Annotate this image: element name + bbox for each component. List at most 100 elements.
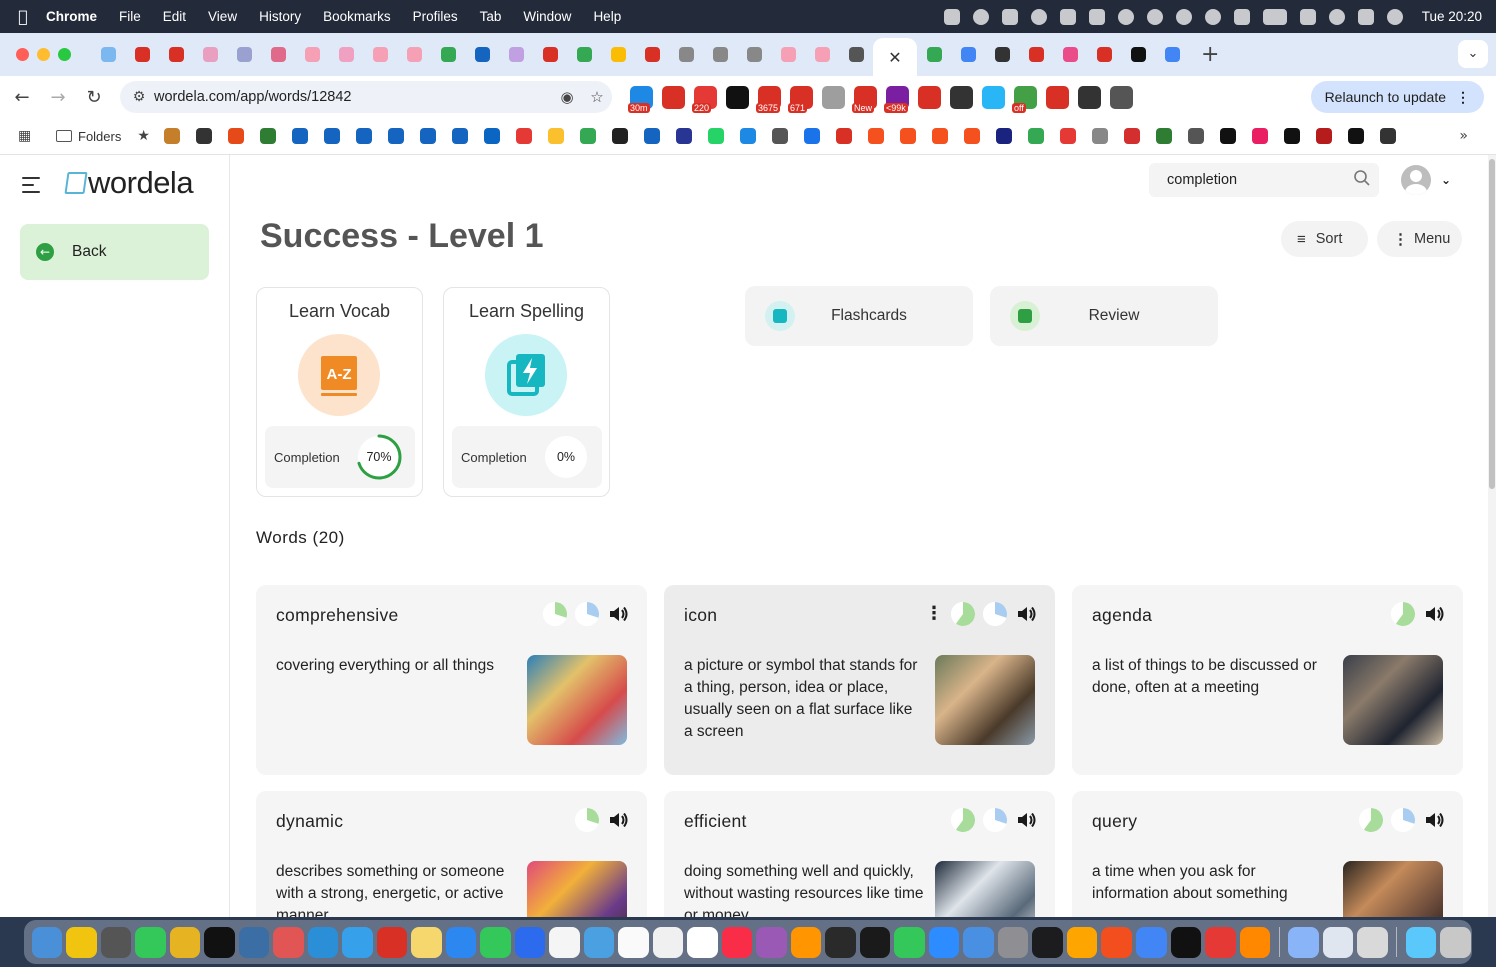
reload-icon[interactable]: ↻: [76, 87, 112, 108]
word-card[interactable]: agenda a list of things to be discussed …: [1072, 585, 1463, 775]
zoom-window-button[interactable]: [58, 48, 71, 61]
apple-icon[interactable]: : [0, 7, 46, 26]
menu-help[interactable]: Help: [593, 9, 621, 24]
address-bar[interactable]: ⚙ wordela.com/app/words/12842 ◉ ☆: [120, 81, 612, 113]
moon-icon[interactable]: [1175, 8, 1192, 25]
learn-vocab-card[interactable]: Learn Vocab A-Z Completion 70%: [256, 287, 423, 497]
word-image[interactable]: [935, 655, 1035, 745]
browser-tab[interactable]: [635, 38, 669, 72]
menu-clock[interactable]: Tue 20:20: [1422, 9, 1482, 24]
dock-app-icon[interactable]: [135, 926, 166, 958]
dock-app-icon[interactable]: [687, 926, 718, 958]
bluetooth-icon[interactable]: [1233, 8, 1250, 25]
browser-tab[interactable]: [1019, 38, 1053, 72]
extension-icon[interactable]: [950, 85, 973, 109]
bookmark-favicon-icon[interactable]: [899, 128, 916, 144]
bookmark-favicon-icon[interactable]: [1187, 128, 1204, 144]
dock-app-icon[interactable]: [307, 926, 339, 958]
browser-tab[interactable]: [567, 38, 601, 72]
extension-icon[interactable]: New: [852, 85, 877, 113]
bookmark-favicon-icon[interactable]: [1219, 128, 1236, 144]
bookmark-favicon-icon[interactable]: [1347, 128, 1364, 144]
extension-icon[interactable]: [662, 85, 685, 109]
extension-icon[interactable]: off: [1012, 85, 1037, 113]
dock-app-icon[interactable]: [756, 926, 787, 958]
dock-app-icon[interactable]: [928, 926, 960, 958]
wordela-logo[interactable]: wordela: [64, 165, 194, 201]
bookmark-favicon-icon[interactable]: [643, 128, 660, 144]
browser-tab[interactable]: [499, 38, 533, 72]
word-image[interactable]: [1343, 655, 1443, 745]
dock-app-icon[interactable]: [1066, 926, 1098, 958]
extension-icon[interactable]: <99k: [884, 85, 909, 113]
dock-app-icon[interactable]: [894, 926, 925, 958]
dock-app-icon[interactable]: [618, 926, 649, 958]
word-image[interactable]: [1343, 861, 1443, 917]
dock-app-icon[interactable]: [790, 926, 822, 958]
browser-tab[interactable]: [363, 38, 397, 72]
bookmark-favicon-icon[interactable]: [1091, 128, 1108, 144]
browser-tab[interactable]: [951, 38, 985, 72]
browser-tab[interactable]: [125, 38, 159, 72]
menu-window[interactable]: Window: [523, 9, 571, 24]
browser-tab[interactable]: [159, 38, 193, 72]
dock-app-icon[interactable]: [480, 926, 511, 958]
dock-app-icon[interactable]: [549, 926, 580, 958]
dock-app-icon[interactable]: [169, 926, 201, 958]
tab-search-button[interactable]: ⌄: [1458, 40, 1488, 68]
extension-icon[interactable]: [1078, 85, 1101, 109]
menu-app-name[interactable]: Chrome: [46, 9, 97, 24]
extension-icon[interactable]: 220: [692, 85, 717, 113]
browser-tab[interactable]: [917, 38, 951, 72]
extension-icon[interactable]: 3675: [756, 85, 781, 113]
dock-app-icon[interactable]: [1288, 926, 1319, 958]
bookmark-favicon-icon[interactable]: [1155, 128, 1172, 144]
dock-app-icon[interactable]: [1101, 926, 1132, 958]
dock-app-icon[interactable]: [721, 926, 753, 958]
bookmark-favicon-icon[interactable]: [547, 128, 564, 144]
more-vertical-icon[interactable]: ⋮: [925, 605, 943, 623]
dock-app-icon[interactable]: [273, 926, 304, 958]
menu-tab[interactable]: Tab: [480, 9, 502, 24]
dock-app-icon[interactable]: [1170, 926, 1202, 958]
forward-arrow-icon[interactable]: →: [40, 87, 76, 108]
back-arrow-icon[interactable]: ←: [4, 87, 40, 108]
dock-app-icon[interactable]: [652, 926, 684, 958]
dock-app-icon[interactable]: [997, 926, 1029, 958]
bookmark-favicon-icon[interactable]: [611, 128, 628, 144]
dock-app-icon[interactable]: [66, 926, 97, 958]
dock-app-icon[interactable]: [1239, 926, 1271, 958]
eye-off-icon[interactable]: ◉: [552, 88, 582, 106]
dock-app-icon[interactable]: [204, 926, 235, 958]
bookmark-favicon-icon[interactable]: [451, 128, 468, 144]
bookmark-favicon-icon[interactable]: [803, 128, 820, 144]
dock-app-icon[interactable]: [376, 926, 408, 958]
dock-app-icon[interactable]: [411, 926, 442, 958]
figma-status-icon[interactable]: [1001, 8, 1018, 25]
close-tab-icon[interactable]: ✕: [888, 48, 901, 67]
dock-app-icon[interactable]: [1136, 926, 1167, 958]
browser-tab[interactable]: [533, 38, 567, 72]
dock-app-icon[interactable]: [1405, 926, 1437, 958]
bookmark-favicon-icon[interactable]: [1251, 128, 1268, 144]
back-button[interactable]: ← Back: [20, 224, 209, 280]
menu-bookmarks[interactable]: Bookmarks: [323, 9, 391, 24]
cloud-status-icon[interactable]: [1030, 8, 1047, 25]
review-button[interactable]: Review: [990, 286, 1218, 346]
flashcards-button[interactable]: Flashcards: [745, 286, 973, 346]
bookmark-folders[interactable]: Folders: [56, 129, 121, 144]
dock-app-icon[interactable]: [1440, 926, 1471, 958]
bookmark-favicon-icon[interactable]: [419, 128, 436, 144]
word-card[interactable]: dynamic describes something or someone w…: [256, 791, 647, 917]
dock-app-icon[interactable]: [238, 926, 270, 958]
bookmark-favicon-icon[interactable]: [515, 128, 532, 144]
display-status-icon[interactable]: [1088, 8, 1105, 25]
close-window-button[interactable]: [16, 48, 29, 61]
siri-icon[interactable]: [1386, 8, 1403, 25]
browser-tab[interactable]: [431, 38, 465, 72]
bookmark-favicon-icon[interactable]: [1123, 128, 1140, 144]
new-tab-button[interactable]: +: [1201, 42, 1219, 67]
dock-app-icon[interactable]: [31, 926, 63, 958]
bookmark-favicon-icon[interactable]: [1059, 128, 1076, 144]
sort-button[interactable]: ≡ Sort: [1281, 221, 1368, 257]
